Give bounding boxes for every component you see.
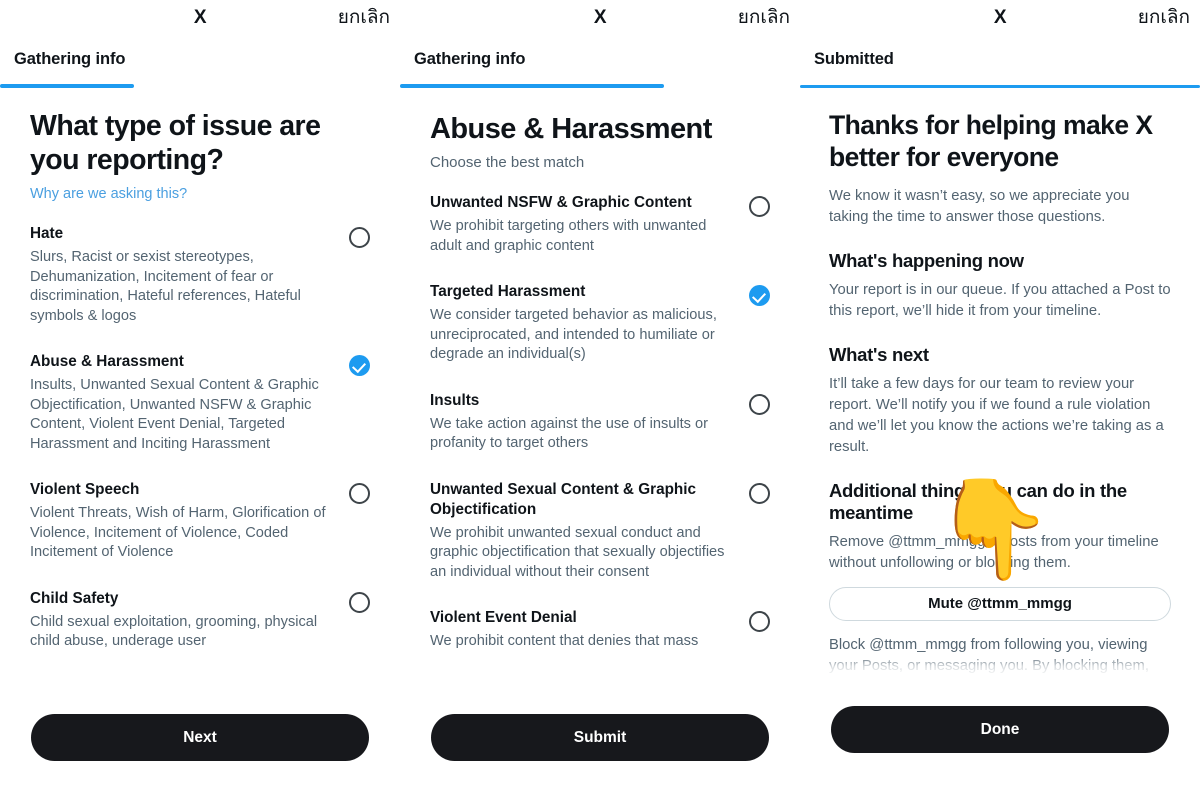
option-description: Child sexual exploitation, grooming, phy… [30,613,318,650]
why-asking-link[interactable]: Why are we asking this? [30,186,370,202]
option-title: Violent Speech [30,481,140,499]
list-item[interactable]: Violent Event Denial We prohibit content… [430,608,770,677]
intro-paragraph: We know it wasn’t easy, so we appreciate… [829,187,1130,225]
radio-unchecked-icon[interactable] [349,483,370,505]
option-description: We consider targeted behavior as malicio… [430,307,717,363]
option-title: Targeted Harassment [430,283,586,301]
option-description: Insults, Unwanted Sexual Content & Graph… [30,377,319,452]
cancel-button[interactable]: ยกเลิก [1138,4,1190,32]
submit-button[interactable]: Submit [431,714,769,761]
list-item[interactable]: Abuse & Harassment Insults, Unwanted Sex… [30,352,370,480]
list-item[interactable]: Unwanted Sexual Content & Graphic Object… [430,480,770,608]
option-texts: Abuse & Harassment Insults, Unwanted Sex… [30,352,349,454]
report-flow-screenshots: X ยกเลิก Gathering info What type of iss… [0,0,1200,795]
panel-submitted-confirmation: X ยกเลิก Submitted Thanks for helping ma… [800,0,1200,795]
tab-gathering-info[interactable]: Gathering info [14,50,125,69]
next-button[interactable]: Next [31,714,369,761]
radio-unchecked-icon[interactable] [749,482,770,504]
panel-gathering-info-issue-type: X ยกเลิก Gathering info What type of iss… [0,0,400,795]
issue-type-option-list: Hate Slurs, Racist or sexist stereotypes… [30,224,370,678]
section-body-whats-next: It’ll take a few days for our team to re… [829,375,1164,455]
panel3-footer: Done [800,700,1200,795]
done-button[interactable]: Done [831,706,1169,753]
cancel-button[interactable]: ยกเลิก [338,4,390,32]
option-title: Insults [430,391,480,409]
section-title-whats-next: What's next [829,343,929,365]
option-description: We prohibit unwanted sexual conduct and … [430,524,725,580]
option-texts: Child Safety Child sexual exploitation, … [30,589,349,652]
tab-submitted[interactable]: Submitted [814,50,894,69]
section-title-happening-now: What's happening now [829,249,1024,271]
panel1-footer: Next [0,700,400,795]
panel2-footer: Submit [400,700,800,795]
option-description: We prohibit targeting others with unwant… [430,218,707,254]
block-user-description: Block @ttmm_mmgg from following you, vie… [829,636,1149,674]
cancel-button[interactable]: ยกเลิก [738,4,790,32]
option-title: Abuse & Harassment [30,353,184,371]
page-title: Thanks for helping make X better for eve… [829,110,1153,172]
panel1-tab-row: Gathering info [0,36,400,88]
panel-gathering-info-abuse-subtype: X ยกเลิก Gathering info Abuse & Harassme… [400,0,800,795]
section-body-additional-things: Remove @ttmm_mmgg’s Posts from your time… [829,533,1159,571]
page-title: Abuse & Harassment [430,113,712,145]
option-texts: Unwanted Sexual Content & Graphic Object… [430,480,749,582]
radio-checked-icon[interactable] [349,355,370,377]
list-item[interactable]: Targeted Harassment We consider targeted… [430,282,770,391]
radio-unchecked-icon[interactable] [749,393,770,415]
section-body-happening-now: Your report is in our queue. If you atta… [829,281,1171,319]
list-item[interactable]: Insults We take action against the use o… [430,391,770,480]
tab-active-underline [800,85,1200,88]
panel3-content: Thanks for helping make X better for eve… [800,90,1200,700]
tab-gathering-info[interactable]: Gathering info [414,50,525,69]
radio-checked-icon[interactable] [749,285,770,307]
option-title: Child Safety [30,589,119,607]
option-title: Unwanted NSFW & Graphic Content [430,194,692,212]
panel1-topbar: X ยกเลิก [0,0,400,36]
panel2-content: Abuse & Harassment Choose the best match… [400,88,800,700]
radio-unchecked-icon[interactable] [349,227,370,249]
mute-user-button[interactable]: Mute @ttmm_mmgg [829,586,1171,621]
option-texts: Targeted Harassment We consider targeted… [430,282,749,365]
panel2-topbar: X ยกเลิก [400,0,800,36]
option-title: Unwanted Sexual Content & Graphic Object… [430,480,697,518]
radio-unchecked-icon[interactable] [749,196,770,218]
list-item[interactable]: Violent Speech Violent Threats, Wish of … [30,480,370,589]
panel3-topbar: X ยกเลิก [800,0,1200,36]
page-subtitle: Choose the best match [430,154,585,172]
option-texts: Insults We take action against the use o… [430,391,749,454]
option-description: We take action against the use of insult… [430,415,708,452]
option-description: We prohibit content that denies that mas… [430,633,699,650]
option-title: Violent Event Denial [430,609,577,627]
option-description: Slurs, Racist or sexist stereotypes, Deh… [30,249,301,324]
abuse-subtype-option-list: Unwanted NSFW & Graphic Content We prohi… [430,193,770,677]
option-texts: Violent Event Denial We prohibit content… [430,608,749,651]
section-title-additional-things: Additional things you can do in the mean… [829,479,1127,523]
option-texts: Unwanted NSFW & Graphic Content We prohi… [430,193,749,256]
panel1-content: What type of issue are you reporting? Wh… [0,88,400,700]
option-title: Hate [30,225,64,243]
list-item[interactable]: Child Safety Child sexual exploitation, … [30,589,370,678]
list-item[interactable]: Hate Slurs, Racist or sexist stereotypes… [30,224,370,352]
list-item[interactable]: Unwanted NSFW & Graphic Content We prohi… [430,193,770,282]
page-title: What type of issue are you reporting? [30,110,321,176]
panel2-tab-row: Gathering info [400,36,800,88]
panel3-tab-row: Submitted [800,36,1200,88]
option-texts: Hate Slurs, Racist or sexist stereotypes… [30,224,349,326]
option-description: Violent Threats, Wish of Harm, Glorifica… [30,505,326,561]
radio-unchecked-icon[interactable] [349,591,370,613]
radio-unchecked-icon[interactable] [749,611,770,633]
option-texts: Violent Speech Violent Threats, Wish of … [30,480,349,563]
